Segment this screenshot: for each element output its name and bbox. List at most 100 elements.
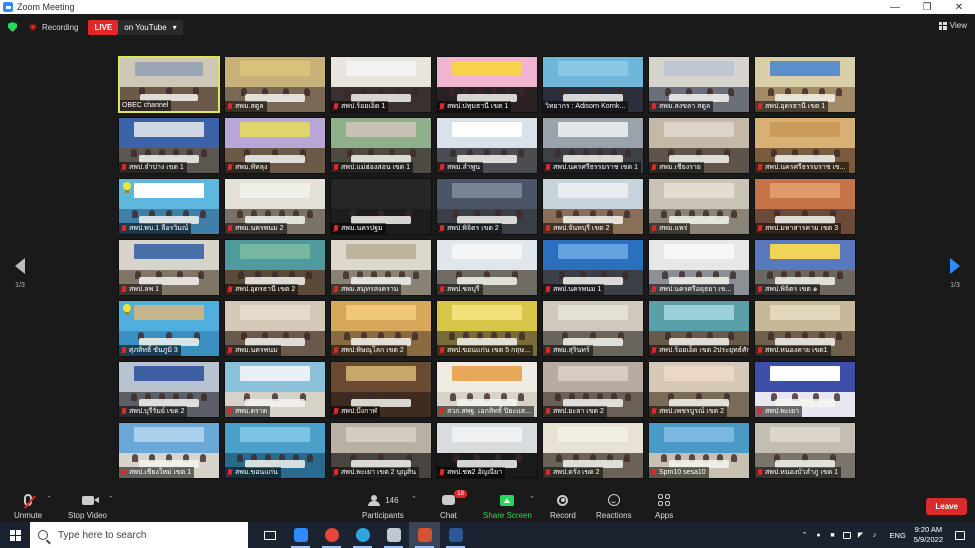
participant-tile[interactable]: สพป.ยะลา เขต 2 [542, 361, 644, 418]
participant-tile[interactable]: Spm10 sesa10 [648, 422, 750, 479]
notification-center-icon[interactable] [955, 530, 965, 540]
participant-tile[interactable]: วิทยากร : Adisorn Kornk... [542, 56, 644, 113]
participant-tile[interactable]: สพม.สมุทรสงคราม [330, 239, 432, 296]
participant-tile[interactable]: สพป.นครศรีธรรมราช เข... [754, 117, 856, 174]
taskbar-app-edge[interactable] [347, 522, 378, 548]
muted-microphone-icon [121, 285, 127, 294]
participant-tile[interactable]: สพป.นครพนม 1 [542, 239, 644, 296]
start-button[interactable] [0, 522, 30, 548]
video-options-chevron-icon[interactable]: ⌃ [108, 495, 114, 503]
volume-icon[interactable]: ♪ [868, 522, 882, 548]
recording-label[interactable]: Recording [42, 23, 78, 32]
participant-tile[interactable]: สพป.ร้อยเอ็ด เขต 2ประยุทธ์ศักดิ์ [648, 300, 750, 357]
windows-taskbar: Type here to search ⌃ ● ■ ◤ ♪ ENG 9:20 A… [0, 522, 975, 548]
participant-tile[interactable]: สพป.บุรีรัมย์ เขต 2 [118, 361, 220, 418]
participant-tile[interactable]: สพม.แพร่ [648, 178, 750, 235]
participant-tile[interactable]: สพป.พะเยา เขต 2 บุญสิน [330, 422, 432, 479]
tray-display-icon[interactable] [840, 522, 854, 548]
next-page-button[interactable]: 1/3 [943, 258, 967, 289]
previous-page-button[interactable]: 1/3 [8, 258, 32, 289]
participant-tile[interactable]: สพป.ตรัง เขต 2 [542, 422, 644, 479]
participant-tile[interactable]: สพป.เพชรบูรณ์ เขต 2 [648, 361, 750, 418]
participant-tile[interactable]: สพป.พะเยา [754, 361, 856, 418]
share-screen-button[interactable]: Share Screen [483, 492, 532, 520]
participant-tile[interactable]: สพม.สุรินทร์ [542, 300, 644, 357]
taskbar-clock[interactable]: 9:20 AM 5/9/2022 [914, 525, 943, 545]
participants-button[interactable]: 146 Participants [362, 492, 404, 520]
taskbar-app-task-view[interactable] [254, 522, 285, 548]
participant-tile[interactable]: สพป.พิษณุโลก เขต 2 [330, 300, 432, 357]
participant-tile[interactable]: สพป.พิจิตร เขต 2 [436, 178, 538, 235]
participant-tile[interactable]: สพป.ปทุมธานี เขต 1 [436, 56, 538, 113]
participant-tile[interactable]: สพม.นครปฐม [330, 178, 432, 235]
tray-network-app-icon[interactable]: ■ [826, 522, 840, 548]
participant-name-label: OBEC channel [120, 100, 172, 111]
close-icon[interactable]: ✕ [943, 0, 975, 14]
participant-tile[interactable]: สพม.ขอนแก่น [224, 422, 326, 479]
record-button[interactable]: Record [550, 492, 576, 520]
taskbar-app-chrome[interactable] [316, 522, 347, 548]
audio-options-chevron-icon[interactable]: ⌃ [46, 495, 52, 503]
participant-tile[interactable]: สพม.ลำพูน [436, 117, 538, 174]
participant-tile[interactable]: สพม.นครพนม 2 [224, 178, 326, 235]
wifi-icon[interactable]: ◤ [854, 522, 868, 548]
participant-tile[interactable]: สพม.เชียงราย [648, 117, 750, 174]
participant-tile[interactable]: สพป.อุดรธานี เขต 1 [754, 56, 856, 113]
reactions-button[interactable]: Reactions [596, 492, 632, 520]
taskbar-app-word[interactable] [440, 522, 471, 548]
participant-name: สพป.แม่ฮ่องสอน เขต 1 [341, 164, 411, 171]
participant-name-label: สพม.นครพนม 2 [225, 223, 287, 234]
leave-button[interactable]: Leave [926, 498, 967, 515]
share-options-chevron-icon[interactable]: ⌃ [529, 495, 535, 503]
participant-tile[interactable]: สพม.ตราด [224, 361, 326, 418]
participant-tile[interactable]: สพป.เชียงใหม่ เขต 1 [118, 422, 220, 479]
input-language[interactable]: ENG [890, 531, 906, 540]
participant-tile[interactable]: สพป.มหาสารคาม เขต 3 [754, 178, 856, 235]
participant-tile[interactable]: สพป.บึงกาฬ [330, 361, 432, 418]
participant-tile[interactable]: สพป.จันทบุรี เขต 2 [542, 178, 644, 235]
participant-name: สพป.ลพ 1 [129, 286, 160, 293]
participant-tile[interactable]: สพป.ลำปาง เขต 1 [118, 117, 220, 174]
participant-tile[interactable]: สพม.สตูล [224, 56, 326, 113]
participant-tile[interactable]: สพป.หนองบัวลำภู เขต 1 [754, 422, 856, 479]
participant-tile[interactable]: สพป.แม่ฮ่องสอน เขต 1 [330, 117, 432, 174]
show-hidden-icons-chevron-icon[interactable]: ⌃ [798, 522, 812, 548]
participant-name: สพม.นครพนม [235, 347, 278, 354]
video-feed-banner [770, 305, 840, 320]
participant-tile[interactable]: สพม.สงขลา สตูล [648, 56, 750, 113]
chat-button[interactable]: 18 Chat [440, 490, 467, 520]
participant-tile[interactable]: สพป.พบ.1 ลือรวิมณ์ [118, 178, 220, 235]
muted-microphone-icon [121, 346, 127, 355]
participant-tile[interactable]: สพม.นครพนม [224, 300, 326, 357]
participant-tile[interactable]: สพป.ขอนแก่น เขต 5 กฤษ... [436, 300, 538, 357]
participant-tile[interactable]: ศุภสิทธิ์ ขันภูมิ 3 [118, 300, 220, 357]
participant-tile[interactable]: สพป.พิจิตร เขต ๑ [754, 239, 856, 296]
taskbar-search-box[interactable]: Type here to search [30, 522, 248, 548]
video-feed-banner [346, 366, 416, 381]
taskbar-app-powerpoint[interactable] [409, 522, 440, 548]
participant-tile[interactable]: สพป.นครศรีอยุธยา เข... [648, 239, 750, 296]
tray-microphone-icon[interactable]: ● [812, 522, 826, 548]
participant-tile[interactable]: สพป.ลพ 1 [118, 239, 220, 296]
view-button[interactable]: View [938, 21, 967, 30]
taskbar-app-zoom[interactable] [285, 522, 316, 548]
participant-tile[interactable]: สพม.พัทลุง [224, 117, 326, 174]
participant-tile[interactable]: สพป.ร้อยเอ็ด 1 [330, 56, 432, 113]
taskbar-app-shield-app[interactable] [378, 522, 409, 548]
participant-tile[interactable]: สพป.หนองคาย เขต1 [754, 300, 856, 357]
participant-tile[interactable]: OBEC channel [118, 56, 220, 113]
video-feed-banner [134, 427, 204, 442]
unmute-button[interactable]: Unmute [14, 492, 42, 520]
restore-icon[interactable]: ❐ [911, 0, 943, 14]
security-shield-icon[interactable] [8, 22, 17, 32]
participant-tile[interactable]: สพป.นครศรีธรรมราช เขต 1 [542, 117, 644, 174]
minimize-icon[interactable]: — [879, 0, 911, 14]
participants-options-chevron-icon[interactable]: ⌃ [411, 495, 417, 503]
participant-tile[interactable]: สพป.อุดรธานี เขต 2 [224, 239, 326, 296]
participant-tile[interactable]: สวก.สพฐ. เอกสิทธิ์ ปิยะแส... [436, 361, 538, 418]
stop-video-button[interactable]: Stop Video [68, 492, 107, 520]
participant-tile[interactable]: สพป.ชพ2 อัญณียา [436, 422, 538, 479]
participant-tile[interactable]: สพป.ชลบุรี [436, 239, 538, 296]
live-stream-dropdown[interactable]: on YouTube ▾ [118, 19, 183, 35]
apps-button[interactable]: Apps [655, 492, 673, 520]
